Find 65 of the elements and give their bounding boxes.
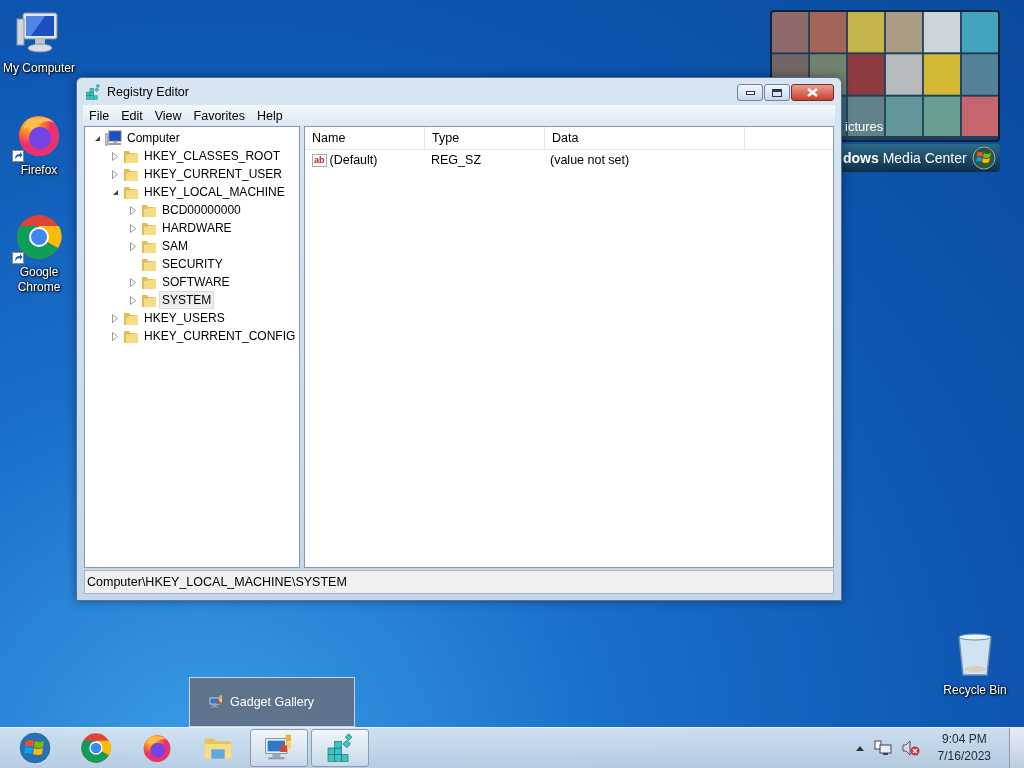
tree-item[interactable]: HKEY_CURRENT_USER [141, 165, 286, 183]
column-header[interactable]: Type [425, 127, 545, 149]
status-bar: Computer\HKEY_LOCAL_MACHINE\SYSTEM [84, 570, 834, 594]
tree-item[interactable]: HKEY_CURRENT_CONFIG [141, 327, 299, 345]
monitor-icon [208, 694, 224, 710]
folder-icon [123, 184, 139, 200]
folder-icon [141, 256, 157, 272]
popup-label[interactable]: Gadget Gallery [230, 695, 315, 709]
taskbar-button[interactable] [250, 729, 308, 767]
tree-item[interactable]: Computer [124, 129, 183, 147]
tree-item[interactable]: SOFTWARE [159, 273, 233, 291]
windows-logo-icon [972, 146, 996, 170]
firefox-icon [141, 732, 173, 764]
windows-logo-icon [18, 731, 52, 765]
window-title: Registry Editor [107, 84, 190, 99]
show-desktop-button[interactable] [1009, 728, 1024, 768]
folder-icon [141, 202, 157, 218]
table-cell: (Default) [329, 153, 378, 167]
computer-icon [105, 129, 122, 147]
chrome-icon [80, 732, 112, 764]
tree-item[interactable]: SAM [159, 237, 191, 255]
maximize-icon [772, 88, 782, 97]
folder-icon [141, 292, 157, 308]
tree-item[interactable]: HKEY_CLASSES_ROOT [141, 147, 284, 165]
minimize-icon [745, 90, 755, 95]
tree-item[interactable]: HKEY_USERS [141, 309, 228, 327]
folder-icon [123, 328, 139, 344]
desktop-icon-label[interactable]: My Computer [3, 61, 75, 76]
clock-date[interactable]: 7/16/2023 [937, 748, 991, 765]
tree-item[interactable]: BCD00000000 [159, 201, 244, 219]
network-icon [873, 740, 892, 756]
folder-icon [141, 220, 157, 236]
table-cell-text: (value not set) [549, 153, 631, 167]
folder-icon [123, 148, 139, 164]
tree-item[interactable]: HKEY_LOCAL_MACHINE [141, 183, 288, 201]
menu-item[interactable]: Favorites [187, 106, 251, 125]
chrome-icon [15, 213, 63, 261]
desktop-icon-label[interactable]: Google Chrome [0, 265, 78, 295]
menu-item[interactable]: Edit [115, 106, 149, 125]
menu-item[interactable]: Help [251, 106, 289, 125]
speaker-muted-icon [901, 740, 920, 756]
folder-icon [123, 166, 139, 182]
close-icon [807, 88, 818, 97]
menu-item[interactable]: File [83, 106, 116, 125]
column-header[interactable]: Name [305, 127, 425, 149]
tree-item[interactable]: SECURITY [159, 255, 226, 273]
taskbar-button[interactable] [311, 729, 369, 767]
folder-icon [141, 274, 157, 290]
tree-item[interactable]: SYSTEM [159, 291, 215, 309]
table-cell-text: REG_SZ [430, 153, 482, 167]
close-button[interactable] [791, 84, 834, 101]
desktop-icon-label[interactable]: Firefox [20, 163, 58, 178]
maximize-button[interactable] [764, 84, 790, 101]
tree-item[interactable]: HARDWARE [159, 219, 235, 237]
string-value-icon: ab [312, 153, 327, 167]
clock-time[interactable]: 9:04 PM [941, 731, 987, 748]
menu-item[interactable]: View [148, 106, 188, 125]
show-hidden-icons-icon [855, 745, 864, 751]
folder-icon [123, 310, 139, 326]
desktop-icon-label[interactable]: Recycle Bin [943, 683, 1007, 698]
cubes-icon [84, 82, 102, 101]
minimize-button[interactable] [737, 84, 763, 101]
folder-icon [141, 238, 157, 254]
column-header[interactable]: Data [545, 127, 745, 149]
cubes-icon [324, 732, 356, 764]
